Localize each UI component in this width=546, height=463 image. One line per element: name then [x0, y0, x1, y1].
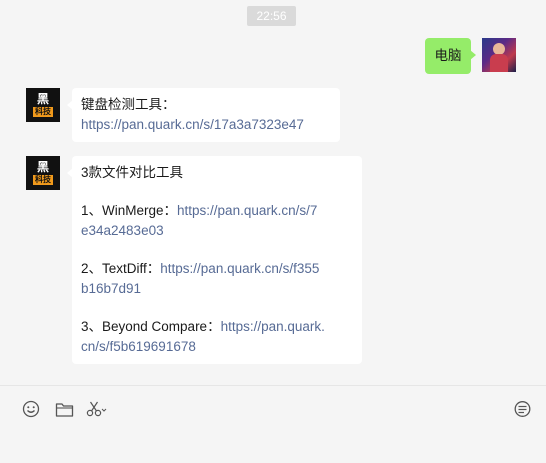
message-title: 3款文件对比工具 [81, 165, 184, 180]
list-item: 3、Beyond Compare：https://pan.quark. [81, 317, 353, 337]
avatar-glyph: 黑 [36, 92, 49, 106]
folder-icon[interactable] [53, 398, 75, 420]
avatar-glyph: 黑 [36, 160, 49, 174]
message-link[interactable]: https://pan.quark.cn/s/17a3a7323e47 [81, 115, 331, 135]
timestamp: 22:56 [247, 6, 296, 26]
message-link[interactable]: https://pan.quark.cn/s/7 [177, 203, 317, 218]
list-item: 2、TextDiff：https://pan.quark.cn/s/f355 [81, 259, 353, 279]
emoji-icon[interactable] [20, 398, 42, 420]
self-message-text: 电脑 [434, 48, 462, 63]
sender-avatar[interactable]: 黑 科技 [26, 88, 60, 122]
message-link-continued[interactable]: e34a2483e03 [81, 221, 353, 241]
avatar-tag: 科技 [33, 107, 53, 117]
message-link[interactable]: https://pan.quark. [221, 319, 325, 334]
avatar-tag: 科技 [33, 175, 53, 185]
message-link[interactable]: https://pan.quark.cn/s/f355 [160, 261, 319, 276]
sender-avatar[interactable]: 黑 科技 [26, 156, 60, 190]
item-label: 1、WinMerge： [81, 203, 178, 218]
chat-area: 22:56 电脑 黑 科技 键盘检测工具： https://pan.quark.… [0, 0, 546, 385]
avatar-figure-body [490, 54, 508, 72]
message-bubble[interactable]: 键盘检测工具： https://pan.quark.cn/s/17a3a7323… [67, 88, 340, 142]
self-message-bubble[interactable]: 电脑 [425, 38, 476, 74]
message-text: 键盘检测工具： [81, 97, 176, 112]
message-link-continued[interactable]: cn/s/f5b619691678 [81, 337, 353, 357]
item-label: 3、Beyond Compare： [81, 319, 221, 334]
scissors-icon[interactable] [85, 398, 107, 420]
list-item: 1、WinMerge：https://pan.quark.cn/s/7 [81, 201, 353, 221]
message-link-continued[interactable]: b16b7d91 [81, 279, 353, 299]
chat-history-icon[interactable] [511, 398, 533, 420]
message-bubble[interactable]: 3款文件对比工具 1、WinMerge：https://pan.quark.cn… [67, 156, 362, 364]
item-label: 2、TextDiff： [81, 261, 161, 276]
input-toolbar [0, 385, 546, 463]
user-avatar[interactable] [482, 38, 516, 72]
